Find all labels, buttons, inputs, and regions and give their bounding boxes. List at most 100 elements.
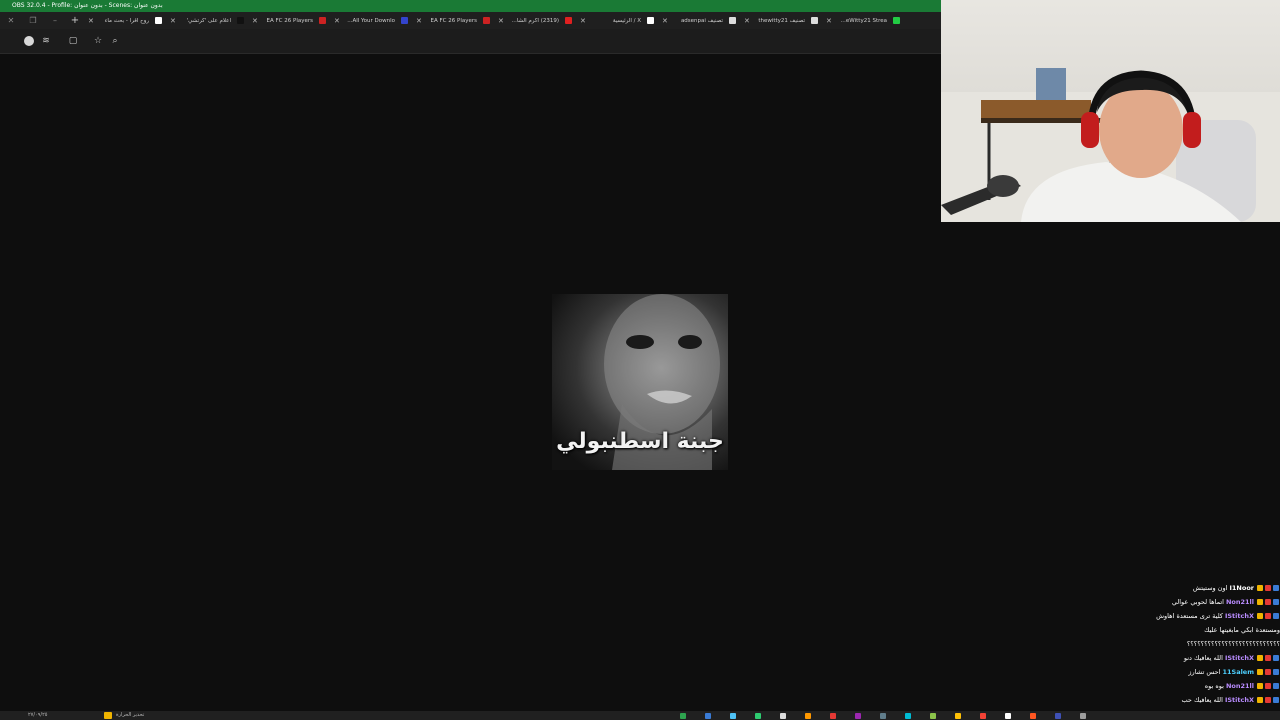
app-icon[interactable] (805, 713, 811, 719)
chat-message: Non21ll بوه بوه (1130, 679, 1280, 693)
chat-badge-icon (1265, 599, 1271, 605)
tab-favicon-icon (729, 17, 736, 24)
close-tab-icon[interactable]: ✕ (416, 17, 422, 25)
browser-tab[interactable]: ✕ (2319) اكرم الشاء... (494, 12, 576, 29)
chat-message: IStitchX الله يعافيك دنو (1130, 651, 1280, 665)
chat-badge-icon (1265, 683, 1271, 689)
app-icon[interactable] (880, 713, 886, 719)
close-tab-icon[interactable]: ✕ (662, 17, 668, 25)
chat-username[interactable]: IStitchX (1225, 693, 1254, 707)
app-icon[interactable] (780, 713, 786, 719)
chat-badge-icon (1273, 655, 1279, 661)
obs-title-bar: OBS 32.0.4 - Profile: بدون عنوان - Scene… (0, 0, 941, 12)
search-icon[interactable]: ⌕ (109, 35, 121, 47)
app-icon[interactable] (1080, 713, 1086, 719)
tab-favicon-icon (319, 17, 326, 24)
chat-badge-icon (1273, 585, 1279, 591)
chat-badge-icon (1265, 669, 1271, 675)
chat-username[interactable]: IStitchX (1225, 651, 1254, 665)
app-icon[interactable] (1055, 713, 1061, 719)
chat-badge-icon (1273, 613, 1279, 619)
tab-groups-icon[interactable]: ▢ (67, 35, 79, 47)
close-tab-icon[interactable]: ✕ (498, 17, 504, 25)
browser-tab[interactable]: ✕ اعلام على 'كرتشي' (166, 12, 248, 29)
chat-message: I1Noor اون وستيتش (1130, 581, 1280, 595)
tab-favicon-icon (811, 17, 818, 24)
browser-tab[interactable]: ✕ EA FC 26 Players (248, 12, 330, 29)
browser-tab[interactable]: ✕ EA FC 26 Players (412, 12, 494, 29)
chat-text: ؟؟؟؟؟؟؟؟؟؟؟؟؟؟؟؟؟؟؟؟؟؟؟؟؟؟؟ (1186, 640, 1280, 648)
close-tab-icon[interactable]: ✕ (170, 17, 176, 25)
tab-title: (2319) اكرم الشاء... (509, 17, 559, 24)
taskbar-clock: ٢٧/٠٩/٢٥ (28, 712, 48, 718)
browser-toolbar: ≋ ▢ ☆ ⌕ (0, 29, 941, 54)
chat-badge-icon (1265, 697, 1271, 703)
app-icon[interactable] (705, 713, 711, 719)
chat-badge-icon (1257, 669, 1263, 675)
browser-tab[interactable]: ✕ TheWitty21 Strea... (822, 12, 904, 29)
chat-username[interactable]: 11Salem (1222, 665, 1254, 679)
app-icon[interactable] (680, 713, 686, 719)
chat-username[interactable]: I1Noor (1229, 581, 1254, 595)
close-tab-icon[interactable]: ✕ (580, 17, 586, 25)
meme-image: جبنة اسطنبولي (552, 294, 728, 470)
browser-tab[interactable]: ✕ روح اقرأ - بحث ماء (84, 12, 166, 29)
tab-favicon-icon (155, 17, 162, 24)
chat-text: بوه بوه (1204, 682, 1224, 690)
extensions-icon[interactable]: ≋ (40, 35, 52, 47)
app-icon[interactable] (855, 713, 861, 719)
close-tab-icon[interactable]: ✕ (88, 17, 94, 25)
app-icon[interactable] (730, 713, 736, 719)
close-window-icon[interactable]: ✕ (0, 16, 22, 25)
chat-badge-icon (1273, 697, 1279, 703)
close-tab-icon[interactable]: ✕ (252, 17, 258, 25)
browser-tab[interactable]: ✕ X / الرئيسية (576, 12, 658, 29)
chat-username[interactable]: Non21ll (1226, 679, 1254, 693)
tab-title: EA FC 26 Players (266, 17, 313, 24)
tab-title: All Your Downlo... (347, 17, 395, 24)
star-icon[interactable]: ☆ (92, 35, 104, 47)
chat-username[interactable]: IStitchX (1225, 609, 1254, 623)
framed-picture (1036, 68, 1066, 104)
app-icon[interactable] (1030, 713, 1036, 719)
chat-message: IStitchX كلية ترى مستعدة اهاوش (1130, 609, 1280, 623)
tab-favicon-icon (647, 17, 654, 24)
chat-badge-icon (1265, 613, 1271, 619)
chat-badge-icon (1273, 683, 1279, 689)
app-icon[interactable] (930, 713, 936, 719)
profile-avatar[interactable] (24, 36, 34, 46)
restore-window-icon[interactable]: ❐ (22, 16, 44, 25)
browser-tab[interactable]: ✕ All Your Downlo... (330, 12, 412, 29)
taskbar-weather: تحذير الحرارة (116, 712, 145, 718)
chat-badge-icon (1257, 683, 1263, 689)
chat-badge-icon (1273, 669, 1279, 675)
close-tab-icon[interactable]: ✕ (826, 17, 832, 25)
tab-title: اعلام على 'كرتشي' (186, 17, 231, 24)
chat-badge-icon (1257, 655, 1263, 661)
tab-title: تصنيف adsenpai (680, 17, 723, 24)
close-tab-icon[interactable]: ✕ (334, 17, 340, 25)
browser-tab[interactable]: ✕ تصنيف adsenpai (658, 12, 740, 29)
minimize-window-icon[interactable]: – (44, 16, 66, 25)
headphone-left (1081, 112, 1099, 148)
chat-badge-icon (1257, 697, 1263, 703)
chat-text: احس تشارز (1188, 668, 1221, 676)
chat-text: اتماها لحوبي عوالي (1171, 598, 1224, 606)
app-icon[interactable] (755, 713, 761, 719)
weather-warning-icon (104, 712, 112, 719)
app-icon[interactable] (830, 713, 836, 719)
tab-favicon-icon (237, 17, 244, 24)
chat-username[interactable]: Non21ll (1226, 595, 1254, 609)
app-icon[interactable] (1005, 713, 1011, 719)
app-icon[interactable] (980, 713, 986, 719)
close-tab-icon[interactable]: ✕ (744, 17, 750, 25)
app-icon[interactable] (955, 713, 961, 719)
browser-tab[interactable]: ✕ تصنيف thewitty21 (740, 12, 822, 29)
new-tab-button[interactable]: + (66, 15, 84, 26)
microphone (987, 175, 1019, 197)
tab-favicon-icon (483, 17, 490, 24)
chat-badge-icon (1257, 599, 1263, 605)
chat-message: 11Salem احس تشارز (1130, 665, 1280, 679)
obs-title-text: OBS 32.0.4 - Profile: بدون عنوان - Scene… (12, 2, 163, 9)
app-icon[interactable] (905, 713, 911, 719)
